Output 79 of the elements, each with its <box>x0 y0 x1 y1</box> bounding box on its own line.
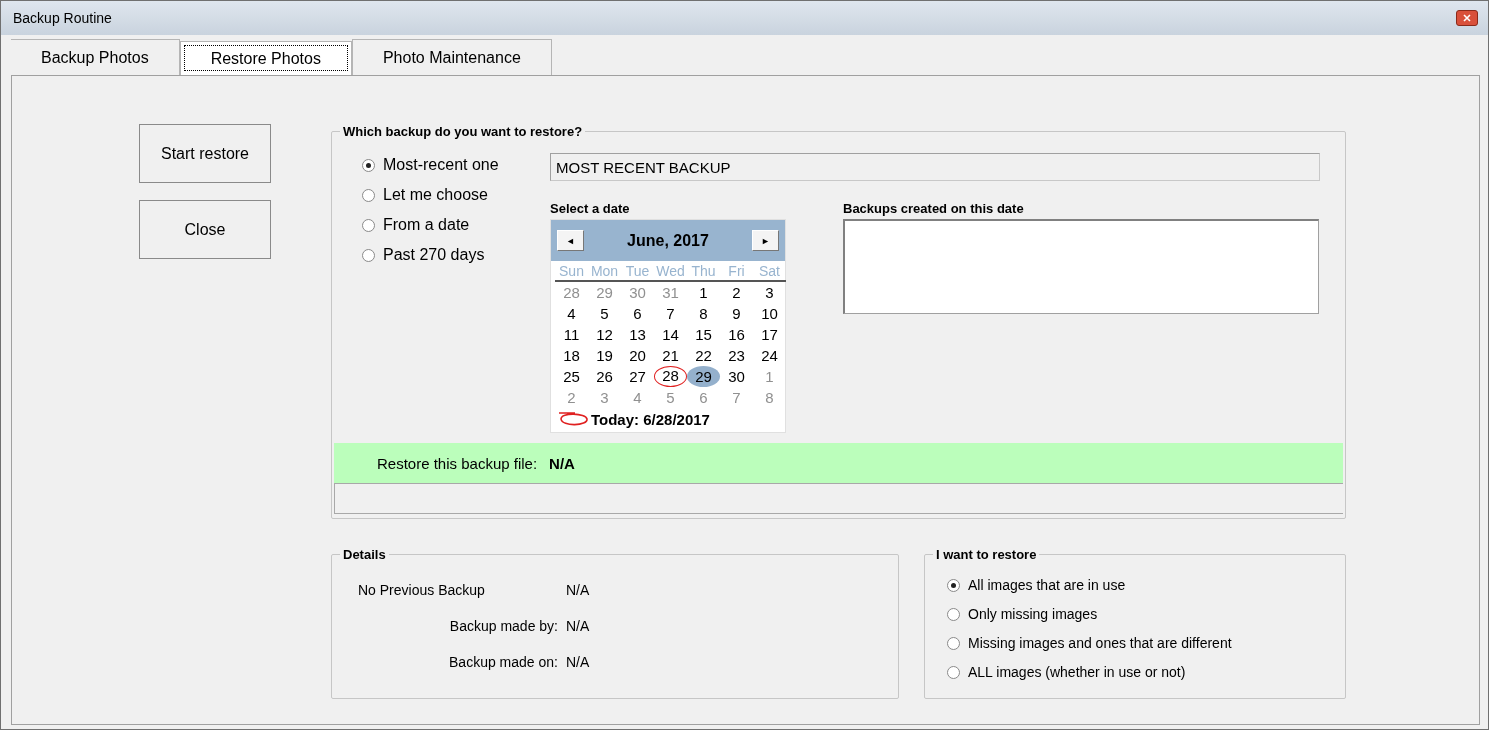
calendar-day[interactable]: 8 <box>687 303 720 324</box>
calendar-day[interactable]: 14 <box>654 324 687 345</box>
detail-value: N/A <box>566 618 591 634</box>
calendar-day[interactable]: 2 <box>720 282 753 303</box>
calendar-day[interactable]: 9 <box>720 303 753 324</box>
calendar-day[interactable]: 30 <box>720 366 753 387</box>
calendar-day[interactable]: 20 <box>621 345 654 366</box>
radio-icon[interactable] <box>362 188 375 202</box>
detail-label: Backup made on: <box>448 654 559 670</box>
tab[interactable]: Restore Photos <box>179 41 352 75</box>
calendar-day[interactable]: 18 <box>555 345 588 366</box>
calendar-day[interactable]: 16 <box>720 324 753 345</box>
radio-option[interactable]: Missing images and ones that are different <box>947 635 1345 651</box>
backups-list[interactable] <box>843 219 1319 314</box>
radio-icon[interactable] <box>947 636 960 650</box>
calendar-day[interactable]: 4 <box>555 303 588 324</box>
list-label: Backups created on this date <box>843 201 1025 216</box>
calendar-day[interactable]: 29 <box>687 366 720 387</box>
status-label: Restore this backup file: <box>377 454 538 472</box>
radio-icon[interactable] <box>947 607 960 621</box>
calendar-day[interactable]: 24 <box>753 345 786 366</box>
detail-value: N/A <box>566 582 591 598</box>
calendar-day[interactable]: 6 <box>621 303 654 324</box>
close-button[interactable]: Close <box>139 200 271 259</box>
today-link[interactable]: Today: 6/28/2017 <box>591 410 710 428</box>
window-title: Backup Routine <box>13 10 112 26</box>
calendar-day[interactable]: 10 <box>753 303 786 324</box>
calendar-day[interactable]: 5 <box>588 303 621 324</box>
calendar-day[interactable]: 17 <box>753 324 786 345</box>
weekday-label: Sat <box>753 261 786 282</box>
calendar-label: Select a date <box>550 201 631 216</box>
calendar-day[interactable]: 23 <box>720 345 753 366</box>
next-month-button[interactable]: ► <box>752 230 779 251</box>
group-title: Which backup do you want to restore? <box>342 124 584 139</box>
calendar-day[interactable]: 3 <box>753 282 786 303</box>
month-title: June, 2017 <box>627 231 709 250</box>
radio-option[interactable]: Let me choose <box>362 186 550 204</box>
calendar-day[interactable]: 1 <box>687 282 720 303</box>
calendar-day[interactable]: 7 <box>654 303 687 324</box>
calendar-day[interactable]: 15 <box>687 324 720 345</box>
calendar-day[interactable]: 22 <box>687 345 720 366</box>
radio-option[interactable]: ALL images (whether in use or not) <box>947 664 1345 680</box>
radio-icon[interactable] <box>362 158 375 172</box>
weekday-label: Fri <box>720 261 753 282</box>
today-ring-icon <box>557 410 589 428</box>
calendar-day[interactable]: 11 <box>555 324 588 345</box>
tab[interactable]: Backup Photos <box>11 39 180 75</box>
detail-value: N/A <box>566 654 591 670</box>
calendar-day[interactable]: 27 <box>621 366 654 387</box>
radio-option[interactable]: Most-recent one <box>362 156 550 174</box>
weekday-label: Mon <box>588 261 621 282</box>
group-title: Details <box>342 547 387 562</box>
weekday-label: Wed <box>654 261 687 282</box>
weekday-label: Thu <box>687 261 720 282</box>
backup-name-field[interactable]: MOST RECENT BACKUP <box>550 153 1320 181</box>
calendar-day[interactable]: 13 <box>621 324 654 345</box>
previous-month-button[interactable]: ◄ <box>557 230 584 251</box>
weekday-label: Sun <box>555 261 588 282</box>
start-restore-button[interactable]: Start restore <box>139 124 271 183</box>
radio-option[interactable]: All images that are in use <box>947 577 1345 593</box>
radio-option[interactable]: Past 270 days <box>362 246 550 264</box>
tab[interactable]: Photo Maintenance <box>351 39 552 75</box>
calendar-day[interactable]: 21 <box>654 345 687 366</box>
calendar-day[interactable]: 26 <box>588 366 621 387</box>
radio-option[interactable]: From a date <box>362 216 550 234</box>
calendar-day[interactable]: 25 <box>555 366 588 387</box>
calendar-day[interactable]: 19 <box>588 345 621 366</box>
close-icon[interactable] <box>1456 10 1478 26</box>
detail-label: Backup made by: <box>448 618 559 634</box>
weekday-label: Tue <box>621 261 654 282</box>
radio-icon[interactable] <box>947 578 960 592</box>
group-title: I want to restore <box>935 547 1038 562</box>
radio-icon[interactable] <box>362 218 375 232</box>
radio-option[interactable]: Only missing images <box>947 606 1345 622</box>
calendar-day[interactable]: 12 <box>588 324 621 345</box>
radio-icon[interactable] <box>362 248 375 262</box>
status-value: N/A <box>549 454 575 472</box>
detail-label: No Previous Backup <box>358 582 486 598</box>
radio-icon[interactable] <box>947 665 960 679</box>
